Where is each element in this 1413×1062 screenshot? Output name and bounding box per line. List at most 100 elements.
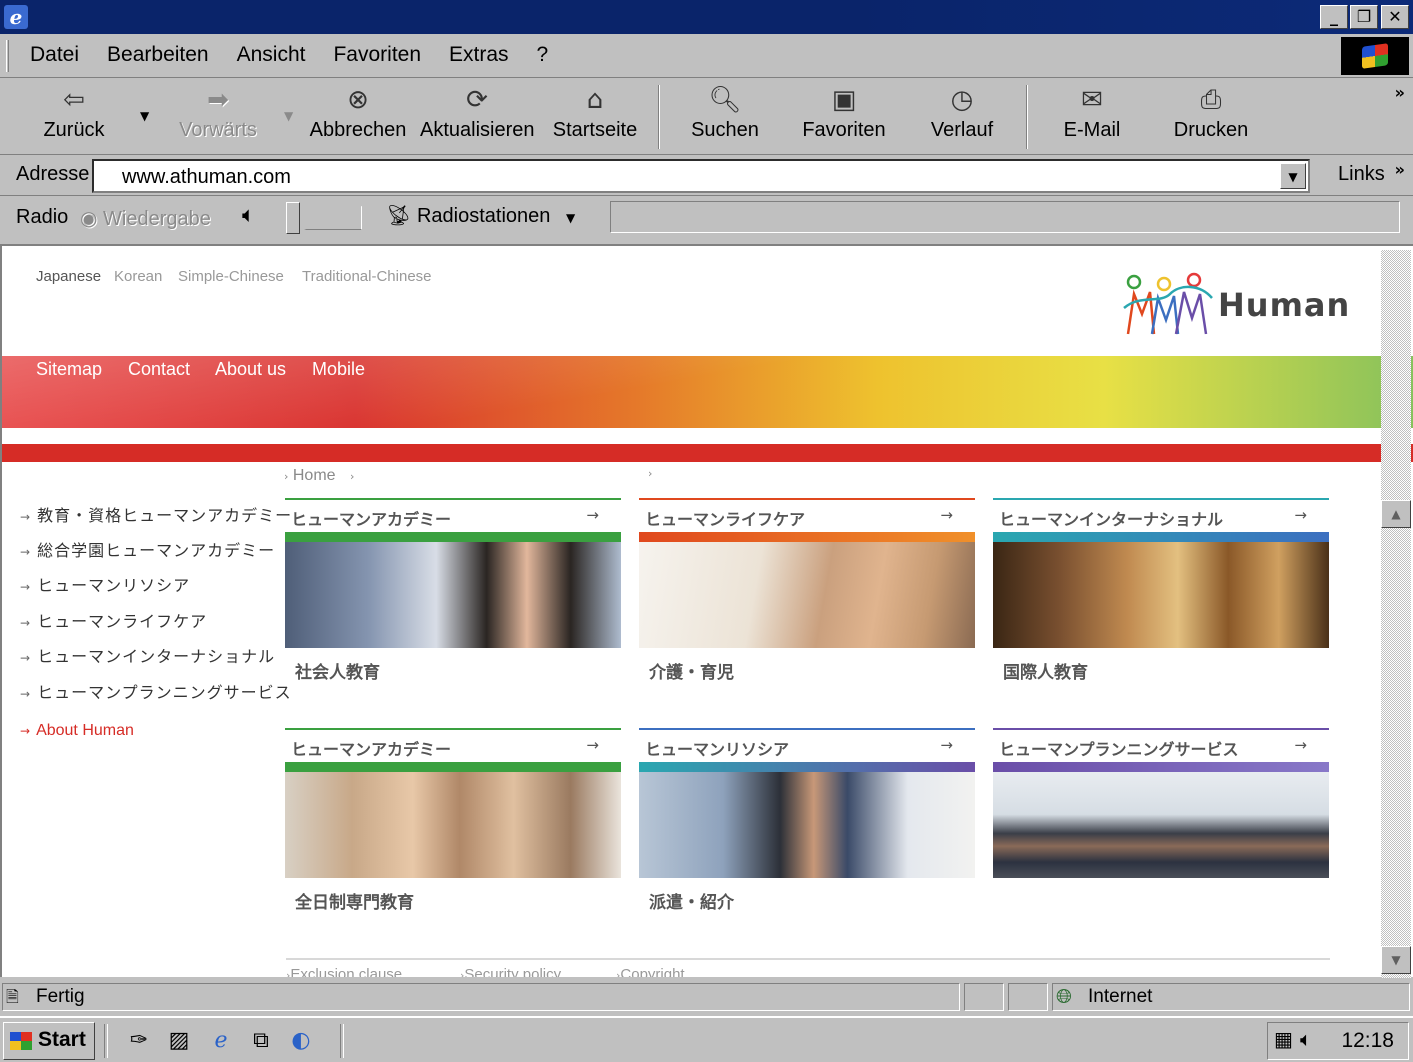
sidebar-item[interactable]: → 教育・資格ヒューマンアカデミー [20,502,292,526]
footer-copyright[interactable]: ›Copyright [616,966,685,977]
card-header[interactable]: ヒューマンアカデミー → [285,728,621,762]
menu-bearbeiten[interactable]: Bearbeiten [107,43,209,67]
speaker-icon[interactable]: 🔈︎ [1300,1027,1312,1051]
favorites-button[interactable]: ▣ Favoriten [800,83,888,151]
stop-button[interactable]: ⊗ Abbrechen [308,83,408,151]
start-button[interactable]: Start [3,1022,95,1060]
volume-icon[interactable]: 🔈︎ [242,203,255,228]
lang-simple-chinese[interactable]: Simple-Chinese [178,268,284,285]
internet-explorer-icon[interactable]: ℯ [206,1026,236,1056]
volume-slider[interactable] [284,202,364,234]
back-dropdown-icon[interactable]: ▼ [140,109,149,123]
card-caption[interactable]: 派遣・紹介 [649,888,734,913]
close-button[interactable]: ✕ [1381,5,1409,29]
scroll-track[interactable] [1381,250,1411,978]
links-chevron-icon[interactable]: » [1395,160,1405,179]
lang-korean[interactable]: Korean [114,268,162,285]
sidebar-item[interactable]: → 総合学園ヒューマンアカデミー [20,537,275,561]
search-button[interactable]: 🔍︎ Suchen [688,83,762,151]
card-resocia[interactable]: ヒューマンリソシア → 派遣・紹介 [639,728,975,912]
card-photo[interactable] [993,772,1329,878]
sidebar-about-human[interactable]: → About Human [20,722,134,740]
card-photo[interactable] [285,542,621,648]
minimize-button[interactable]: _ [1320,5,1348,29]
nav-contact[interactable]: Contact [128,359,190,380]
desktop-icon[interactable]: ▨ [164,1026,194,1056]
stop-label: Abbrechen [309,119,407,141]
ie-icon[interactable]: e [4,5,28,29]
lang-traditional-chinese[interactable]: Traditional-Chinese [302,268,432,285]
media-player-icon[interactable]: ◐ [286,1026,316,1056]
card-header[interactable]: ヒューマンリソシア → [639,728,975,762]
nav-mobile[interactable]: Mobile [312,359,365,380]
scroll-down-icon[interactable]: ▼ [1381,946,1411,974]
menu-ansicht[interactable]: Ansicht [237,43,306,67]
sidebar-item[interactable]: → ヒューマンリソシア [20,572,190,596]
mail-button[interactable]: ✉ E-Mail [1060,83,1124,151]
print-button[interactable]: ⎙ Drucken [1170,83,1252,151]
scroll-up-icon[interactable]: ▲ [1381,500,1411,528]
card-photo[interactable] [639,542,975,648]
sidebar-item[interactable]: → ヒューマンインターナショナル [20,643,275,667]
clock[interactable]: 12:18 [1341,1029,1394,1053]
card-photo[interactable] [285,772,621,878]
menu-favoriten[interactable]: Favoriten [333,43,421,67]
card-caption[interactable]: 全日制専門教育 [295,888,414,913]
playback-button[interactable]: ◉ Wiedergabe [80,206,211,231]
breadcrumb-home[interactable]: Home [293,467,336,484]
vertical-scrollbar[interactable]: ▲ ▼ [1381,250,1411,978]
volume-thumb[interactable] [286,202,300,234]
card-photo[interactable] [639,772,975,878]
chevron-right-icon: › [350,470,355,483]
card-header[interactable]: ヒューマンプランニングサービス → [993,728,1329,762]
chevron-right-icon: › [284,470,289,483]
card-caption[interactable]: 介護・育児 [649,658,734,683]
back-button[interactable]: ⇦ Zurück [34,83,114,151]
channels-icon[interactable]: ⧉ [246,1026,276,1056]
card-international[interactable]: ヒューマンインターナショナル → 国際人教育 [993,498,1329,682]
card-header[interactable]: ヒューマンライフケア → [639,498,975,532]
footer-exclusion[interactable]: ›Exclusion clause [286,966,402,977]
menu-datei[interactable]: Datei [30,43,79,67]
card-planning[interactable]: ヒューマンプランニングサービス → [993,728,1329,878]
forward-label: Vorwärts [179,119,257,141]
menu-help[interactable]: ? [537,43,549,67]
card-photo[interactable] [993,542,1329,648]
scheduler-icon[interactable]: ▦ [1274,1027,1293,1051]
title-bar[interactable]: e _ ❐ ✕ [0,0,1413,34]
forward-button[interactable]: ➡ Vorwärts [170,83,266,151]
toolbar-chevron-icon[interactable]: » [1395,83,1405,102]
nav-about-us[interactable]: About us [215,359,286,380]
card-header[interactable]: ヒューマンインターナショナル → [993,498,1329,532]
menu-extras[interactable]: Extras [449,43,509,67]
human-logo[interactable]: Human [1120,264,1349,344]
history-button[interactable]: ◷ Verlauf [928,83,996,151]
card-caption[interactable]: 社会人教育 [295,658,380,683]
address-input[interactable]: www.athuman.com ▼ [92,159,1310,193]
refresh-icon: ⟳ [466,85,488,115]
maximize-button[interactable]: ❐ [1350,5,1378,29]
menu-grip[interactable] [6,40,9,72]
volume-track [304,206,362,230]
home-button[interactable]: ⌂ Startseite [552,83,638,151]
forward-dropdown-icon[interactable]: ▼ [284,109,293,123]
outlook-icon[interactable]: ✑ [124,1026,154,1056]
links-toolbar[interactable]: Links [1338,163,1385,186]
address-url[interactable]: www.athuman.com [122,166,291,189]
card-academy[interactable]: ヒューマンアカデミー → 社会人教育 [285,498,621,682]
footer-security[interactable]: ›Security policy [460,966,561,977]
refresh-button[interactable]: ⟳ Aktualisieren [420,83,535,151]
radio-stations-button[interactable]: 📡︎ Radiostationen ▼ [386,203,575,228]
card-academy-fulltime[interactable]: ヒューマンアカデミー → 全日制専門教育 [285,728,621,912]
card-caption[interactable]: 国際人教育 [1003,658,1088,683]
radio-tower-icon: 📡︎ [386,203,412,227]
sidebar-item[interactable]: → ヒューマンライフケア [20,608,207,632]
status-bar: 🗎︎ Fertig 🌐︎ Internet [0,980,1413,1014]
address-dropdown-icon[interactable]: ▼ [1280,163,1306,189]
lang-japanese[interactable]: Japanese [36,268,101,285]
page-viewport: Japanese Korean Simple-Chinese Tradition… [0,244,1413,977]
card-lifecare[interactable]: ヒューマンライフケア → 介護・育児 [639,498,975,682]
nav-sitemap[interactable]: Sitemap [36,359,102,380]
sidebar-item[interactable]: → ヒューマンプランニングサービス [20,679,292,703]
card-header[interactable]: ヒューマンアカデミー → [285,498,621,532]
